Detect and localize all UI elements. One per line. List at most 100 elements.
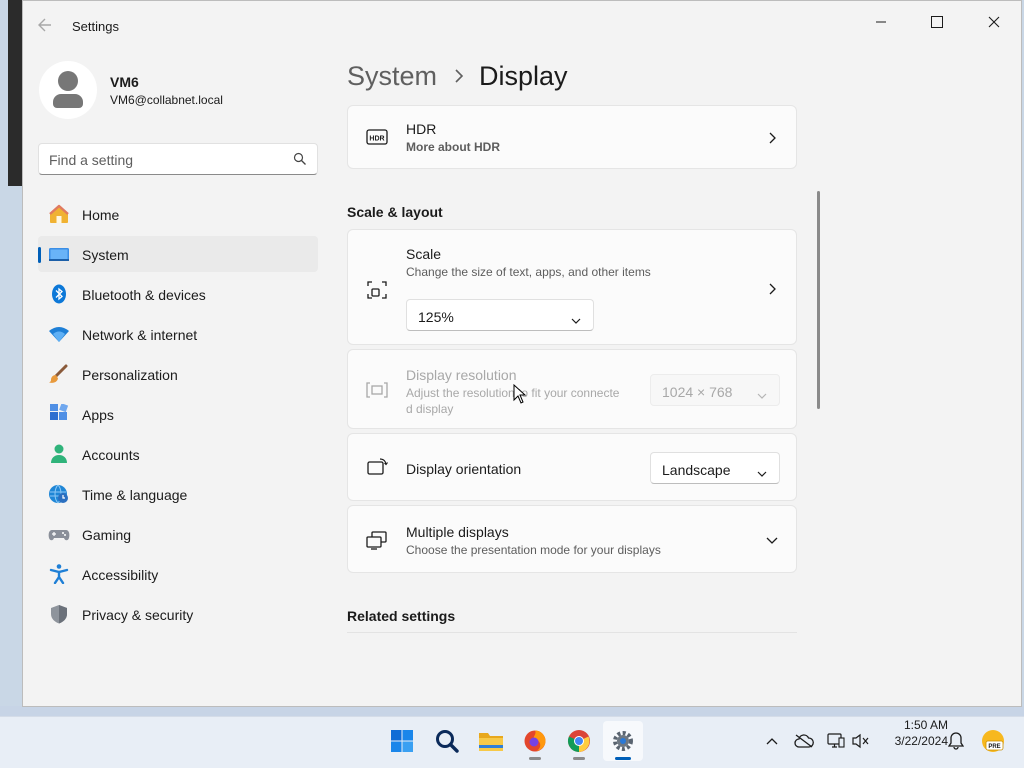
title-bar[interactable]: Settings (23, 1, 1021, 49)
svg-text:HDR: HDR (369, 136, 384, 143)
search-icon (436, 730, 459, 753)
sidebar-item-label: System (82, 247, 129, 263)
sidebar-item-privacy-security[interactable]: Privacy & security (38, 596, 318, 632)
clock-date: 3/22/2024 (894, 734, 948, 748)
sidebar-item-label: Accessibility (82, 567, 159, 583)
resolution-dropdown: 1024 × 768 (650, 374, 780, 406)
orientation-card: Display orientation Landscape (347, 433, 797, 501)
sidebar-item-label: Network & internet (82, 327, 198, 343)
scale-subtitle: Change the size of text, apps, and other… (406, 265, 651, 279)
scale-value: 125% (418, 309, 454, 325)
section-heading-related-settings: Related settings (347, 608, 456, 624)
maximize-icon (931, 16, 943, 28)
firefox-button[interactable] (515, 721, 555, 761)
scale-card[interactable]: Scale Change the size of text, apps, and… (347, 229, 797, 345)
hdr-link[interactable]: More about HDR (406, 140, 500, 154)
home-icon (48, 204, 69, 224)
volume-muted-icon (852, 733, 869, 749)
user-email: VM6@collabnet.local (110, 93, 223, 107)
mouse-cursor-icon (513, 384, 527, 404)
multiple-displays-card[interactable]: Multiple displays Choose the presentatio… (347, 505, 797, 573)
sidebar-item-accessibility[interactable]: Accessibility (38, 556, 318, 592)
minimize-button[interactable] (858, 7, 904, 37)
breadcrumb-parent[interactable]: System (347, 61, 437, 92)
selection-indicator (38, 247, 41, 263)
preview-build-icon: PRE (982, 730, 1004, 752)
resolution-value: 1024 × 768 (662, 384, 733, 400)
minimize-icon (876, 21, 886, 23)
sidebar-nav: Home System Bluetooth & devices Network … (38, 196, 318, 636)
gamepad-icon (48, 524, 70, 544)
orientation-title: Display orientation (406, 461, 522, 477)
sidebar-item-home[interactable]: Home (38, 196, 318, 232)
background-window-strip (8, 0, 22, 186)
search-input[interactable]: Find a setting (38, 143, 318, 175)
cloud-offline-icon (794, 734, 814, 748)
sidebar-item-accounts[interactable]: Accounts (38, 436, 318, 472)
page-title: Display (479, 61, 568, 91)
hdr-icon: HDR (366, 126, 388, 148)
start-icon (391, 730, 413, 752)
chevron-down-icon (571, 312, 581, 324)
wifi-icon (48, 324, 69, 344)
show-hidden-icons-button[interactable] (762, 729, 782, 753)
orientation-icon (366, 457, 388, 479)
preview-badge-button[interactable]: PRE (980, 729, 1006, 753)
hdr-title: HDR (406, 121, 437, 137)
multiple-displays-icon (366, 529, 388, 551)
firefox-icon (524, 730, 546, 752)
chevron-down-icon (766, 533, 778, 545)
sidebar-item-time-language[interactable]: Time & language (38, 476, 318, 512)
start-button[interactable] (382, 721, 422, 761)
file-explorer-button[interactable] (471, 721, 511, 761)
sidebar-item-gaming[interactable]: Gaming (38, 516, 318, 552)
sidebar-item-label: Personalization (82, 367, 178, 383)
taskbar-search-button[interactable] (427, 721, 467, 761)
close-button[interactable] (971, 7, 1017, 37)
divider (347, 632, 797, 633)
accessibility-icon (48, 564, 69, 585)
network-status-button[interactable] (826, 729, 846, 753)
bluetooth-icon (48, 284, 68, 304)
user-profile[interactable]: VM6 VM6@collabnet.local (39, 59, 329, 119)
resolution-subtitle-wrap: d display (406, 402, 454, 416)
display-settings-content: HDR HDR More about HDR Scale & layout Sc… (347, 105, 799, 706)
chrome-icon (568, 730, 590, 752)
scale-dropdown[interactable]: 125% (406, 299, 594, 331)
multiple-displays-title: Multiple displays (406, 524, 509, 540)
notifications-button[interactable] (946, 729, 966, 753)
network-wired-icon (827, 733, 845, 748)
resolution-title: Display resolution (406, 367, 517, 383)
clock-time: 1:50 AM (903, 718, 948, 732)
sidebar-item-bluetooth[interactable]: Bluetooth & devices (38, 276, 318, 312)
orientation-dropdown[interactable]: Landscape (650, 452, 780, 484)
sidebar-item-personalization[interactable]: Personalization (38, 356, 318, 392)
sidebar-item-apps[interactable]: Apps (38, 396, 318, 432)
scrollbar-thumb[interactable] (817, 191, 820, 409)
back-button[interactable] (37, 15, 55, 35)
running-indicator (529, 757, 541, 760)
sidebar-item-label: Gaming (82, 527, 132, 543)
volume-button[interactable] (851, 729, 871, 753)
onedrive-button[interactable] (794, 729, 814, 753)
desktop-edge-left (0, 0, 22, 708)
maximize-button[interactable] (914, 7, 960, 37)
globe-clock-icon (48, 484, 68, 504)
sidebar-item-label: Privacy & security (82, 607, 194, 623)
sidebar-item-network[interactable]: Network & internet (38, 316, 318, 352)
breadcrumb-chevron-icon (454, 67, 464, 88)
orientation-value: Landscape (662, 462, 731, 478)
sidebar-item-system[interactable]: System (38, 236, 318, 272)
multiple-displays-subtitle: Choose the presentation mode for your di… (406, 543, 661, 557)
hdr-card[interactable]: HDR HDR More about HDR (347, 105, 797, 169)
running-indicator (573, 757, 585, 760)
settings-button[interactable] (603, 721, 643, 761)
sidebar-item-label: Time & language (82, 487, 188, 503)
section-heading-scale-layout: Scale & layout (347, 204, 443, 220)
sidebar-item-label: Apps (82, 407, 114, 423)
chevron-down-icon (757, 465, 767, 477)
chrome-button[interactable] (559, 721, 599, 761)
sidebar-item-label: Accounts (82, 447, 140, 463)
scale-icon (366, 279, 388, 301)
clock[interactable]: 1:50 AM 3/22/2024 (878, 717, 948, 749)
